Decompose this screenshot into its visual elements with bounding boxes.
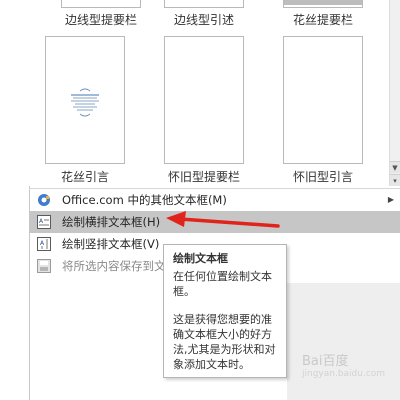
gallery-thumb-filigree-quote[interactable] — [45, 36, 125, 164]
gallery-thumb-sidebar-filigree[interactable] — [283, 0, 363, 8]
menu-item-label: 将所选内容保存到文 — [62, 259, 166, 273]
gallery-thumb-sidebar-line[interactable] — [61, 0, 141, 8]
save-selection-icon — [37, 259, 51, 273]
gallery-scrollbar[interactable]: ▼ ▾ — [389, 0, 400, 186]
horizontal-textbox-icon: A — [37, 215, 51, 229]
textbox-gallery: 边线型提要栏 边线型引述 花丝提要栏 花丝引言 怀旧型提要栏 怀旧型引言 — [29, 0, 389, 186]
menu-item-label: Office.com 中的其他文本框(M) — [62, 193, 227, 207]
expand-more-icon[interactable]: ▾ — [390, 174, 400, 186]
gallery-caption: 边线型引述 — [173, 13, 234, 27]
gallery-caption: 怀旧型引言 — [292, 170, 353, 184]
scroll-down-icon[interactable]: ▼ — [390, 161, 400, 173]
watermark-logo: Bai百度 jingyan.baidu.com — [302, 350, 385, 379]
gallery-caption: 花丝提要栏 — [292, 13, 353, 27]
gallery-thumb-retro-sidebar[interactable] — [164, 36, 244, 164]
watermark-text: Bai百度 — [302, 354, 349, 369]
background-area — [287, 283, 400, 400]
submenu-arrow-icon: ▶ — [387, 195, 394, 204]
gallery-caption: 花丝引言 — [60, 170, 109, 184]
gallery-thumb-quote-line[interactable] — [164, 0, 244, 8]
filigree-preview-icon — [71, 88, 99, 117]
gallery-caption: 怀旧型提要栏 — [167, 170, 240, 184]
tooltip: 绘制文本框 在任何位置绘制文本框。 这是获得您想要的准确文本框大小的好方法,尤其… — [163, 244, 287, 378]
tooltip-title: 绘制文本框 — [173, 252, 228, 265]
gallery-thumb-retro-quote[interactable] — [283, 36, 363, 164]
tooltip-text: 在任何位置绘制文本框。 — [173, 270, 272, 298]
menu-item-label: 绘制横排文本框(H) — [62, 215, 161, 229]
menu-item-draw-horizontal-textbox[interactable]: A 绘制横排文本框(H) — [29, 211, 400, 233]
vertical-textbox-icon: A — [37, 237, 51, 251]
office-icon — [38, 194, 50, 206]
menu-item-more-textboxes[interactable]: Office.com 中的其他文本框(M) ▶ — [29, 189, 400, 211]
watermark-url: jingyan.baidu.com — [302, 369, 386, 379]
tooltip-text: 这是获得您想要的准确文本框大小的好方法,尤其是为形状和对象添加文本时。 — [173, 313, 276, 371]
gallery-caption: 边线型提要栏 — [64, 13, 137, 27]
menu-item-label: 绘制竖排文本框(V) — [62, 237, 160, 251]
